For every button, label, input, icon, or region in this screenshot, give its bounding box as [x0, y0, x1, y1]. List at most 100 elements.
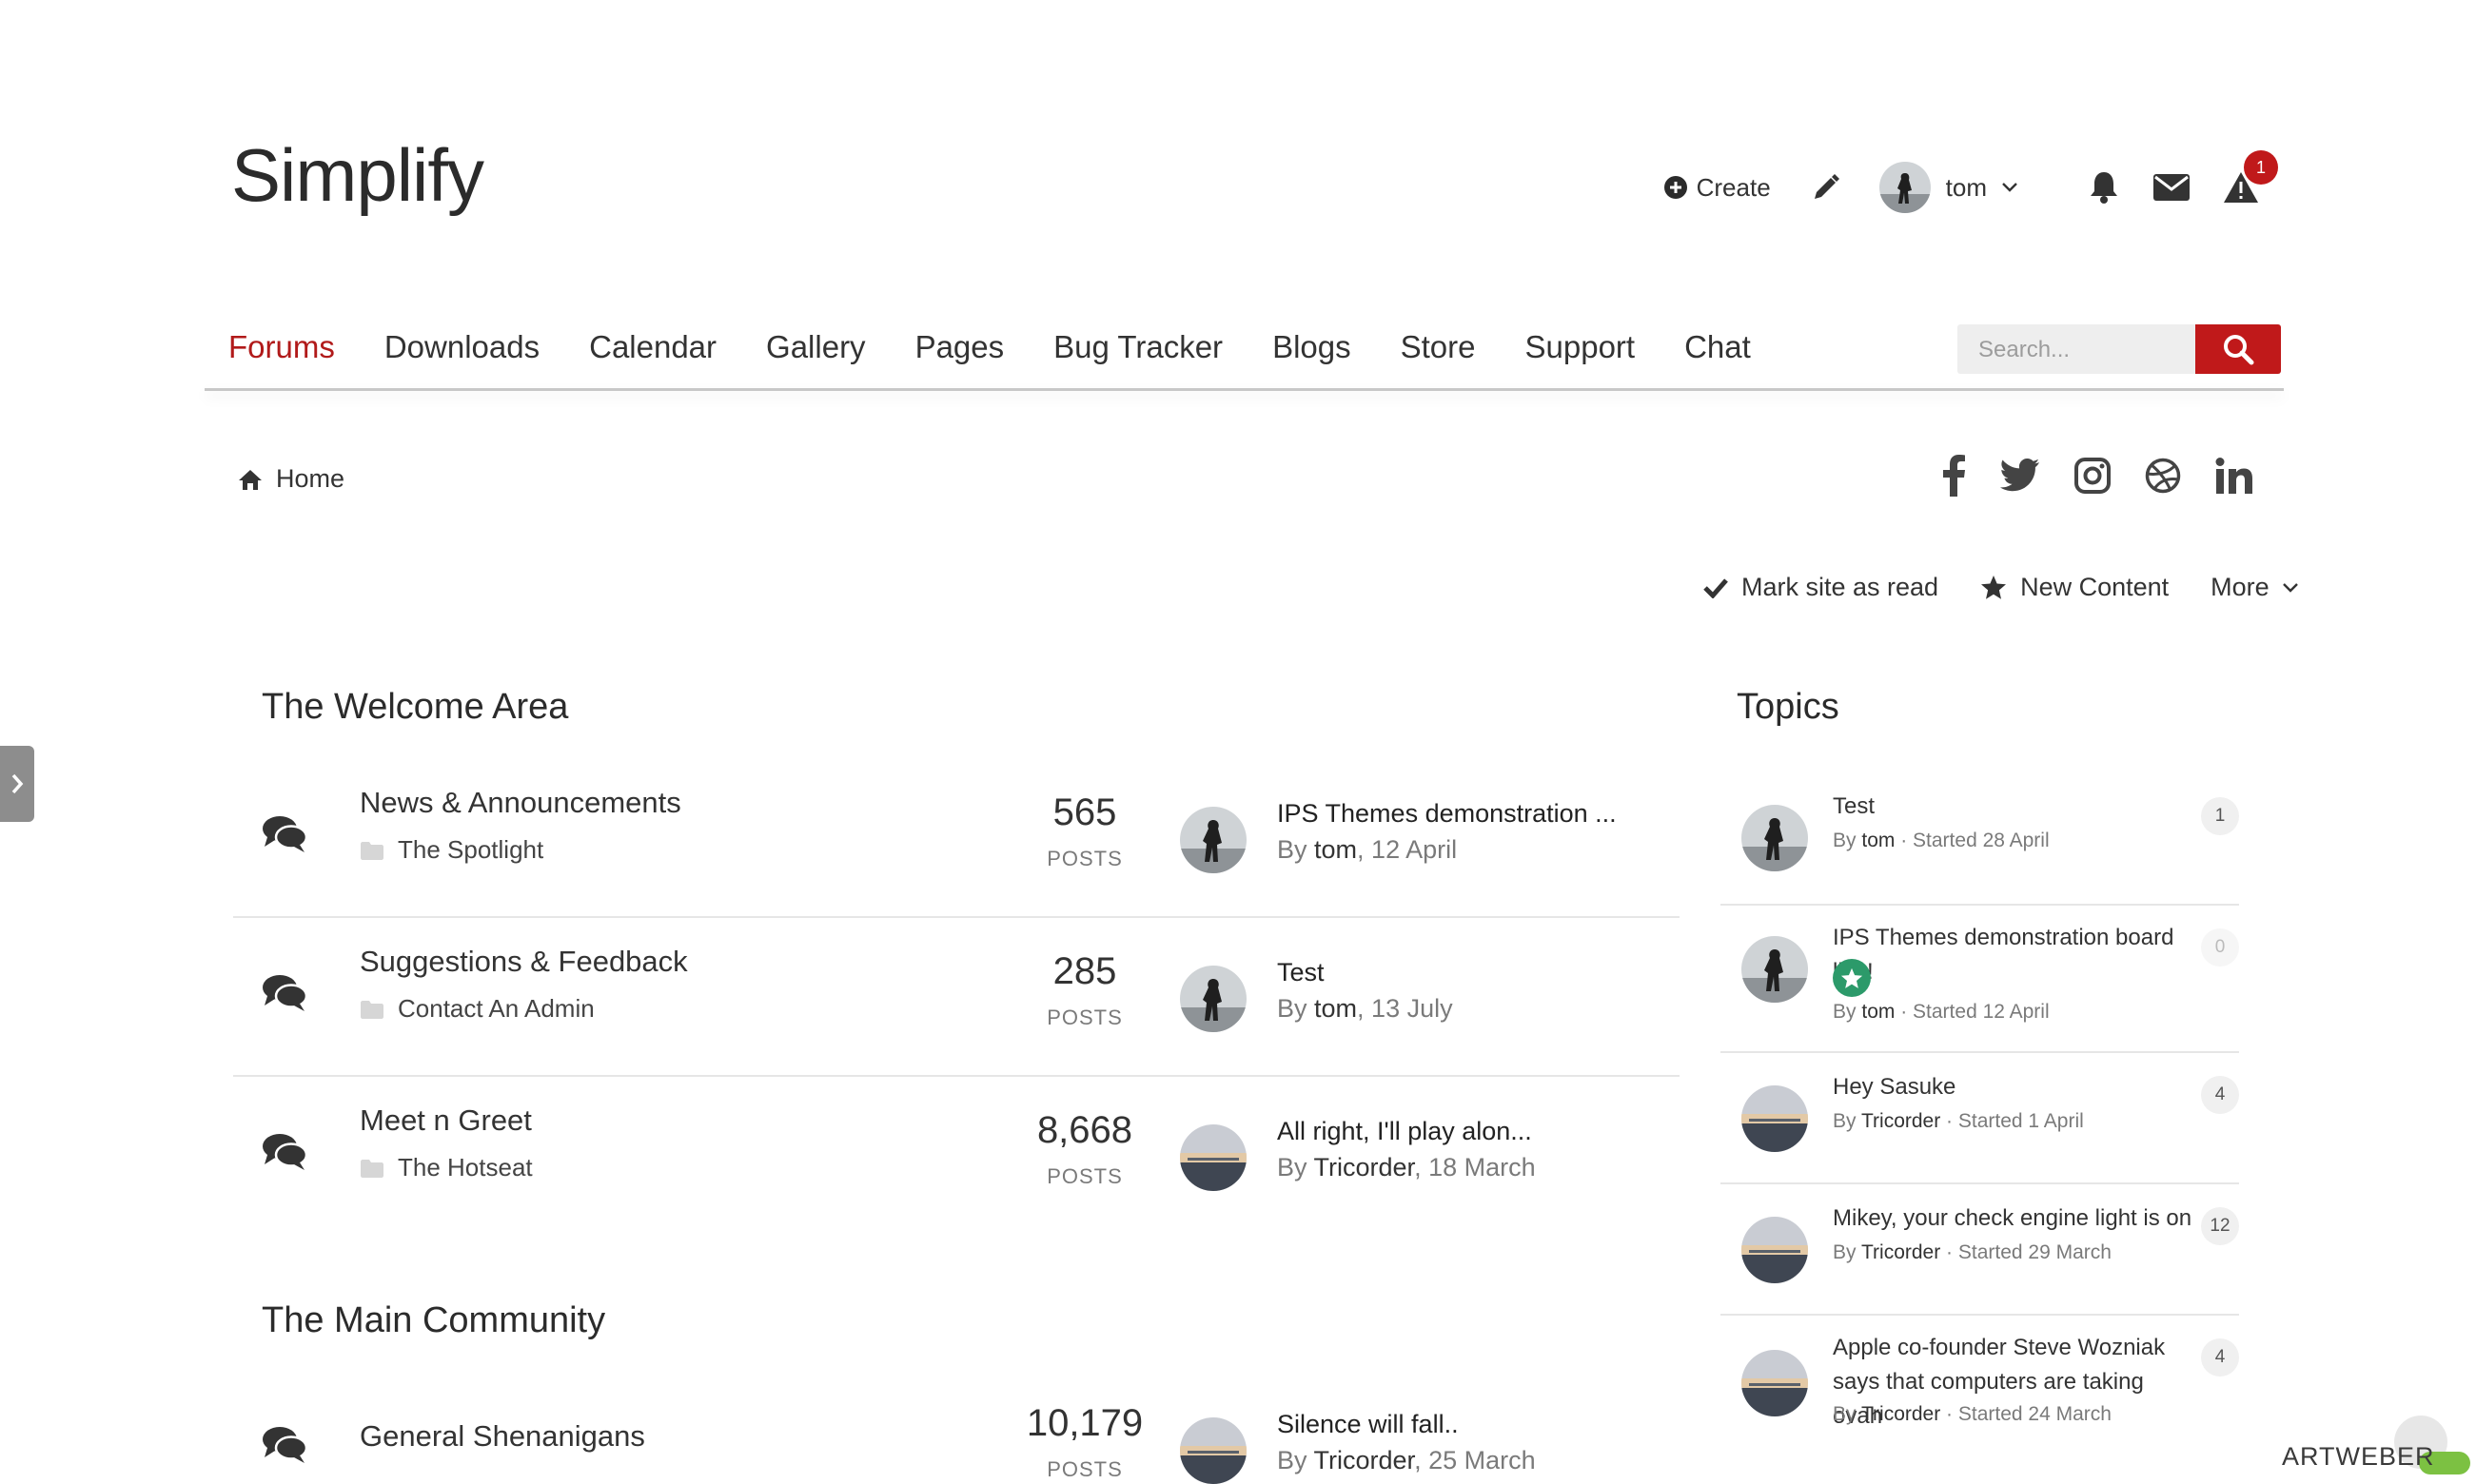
site-actions: Mark site as read New Content More [1703, 573, 2340, 602]
breadcrumb-home[interactable]: Home [276, 464, 344, 494]
site-logo[interactable]: Simplify [231, 138, 484, 212]
reply-count-badge: 1 [2201, 797, 2239, 835]
forum-title[interactable]: General Shenanigans [360, 1419, 645, 1454]
nav-pages[interactable]: Pages [915, 323, 1005, 371]
subforum-link[interactable]: The Spotlight [360, 835, 543, 865]
last-poster-avatar[interactable] [1180, 1417, 1247, 1484]
last-poster-avatar[interactable] [1180, 807, 1247, 873]
topic-author-avatar[interactable] [1741, 1217, 1808, 1283]
topic-author[interactable]: Tricorder [1861, 1403, 1940, 1425]
last-post-meta: By Tricorder, 18 March [1277, 1153, 1536, 1182]
reply-count-badge: 0 [2201, 928, 2239, 967]
nav-store[interactable]: Store [1401, 323, 1476, 371]
topic-author-avatar[interactable] [1741, 805, 1808, 871]
topic-author-avatar[interactable] [1741, 1085, 1808, 1152]
by-label: By [1277, 835, 1307, 864]
watermark-text: ARTWEBER [2282, 1442, 2435, 1471]
more-menu-button[interactable]: More [2211, 573, 2298, 602]
topic-item: IPS Themes demonstration board live! By … [1720, 906, 2239, 1053]
new-content-label: New Content [2020, 573, 2170, 601]
post-count: 285 [1052, 950, 1117, 992]
topic-meta: By tom · Started 28 April [1833, 830, 2050, 852]
linkedin-icon[interactable] [2215, 458, 2253, 494]
nav-gallery[interactable]: Gallery [766, 323, 866, 371]
last-post-date: , 18 March [1414, 1153, 1536, 1181]
topic-author[interactable]: tom [1861, 830, 1895, 851]
last-post-author[interactable]: tom [1314, 994, 1357, 1023]
topic-title[interactable]: Hey Sasuke [1833, 1070, 2194, 1104]
nav-bug-tracker[interactable]: Bug Tracker [1053, 323, 1223, 371]
topic-author[interactable]: Tricorder [1861, 1110, 1940, 1132]
topic-title[interactable]: Test [1833, 790, 2194, 824]
sidebar-toggle[interactable] [0, 746, 34, 822]
topic-author-avatar[interactable] [1741, 936, 1808, 1003]
nav-forums[interactable]: Forums [228, 323, 335, 371]
folder-icon [360, 1000, 384, 1019]
chevron-down-icon [2282, 582, 2298, 593]
dribbble-icon[interactable] [2145, 458, 2181, 494]
forum-row: News & Announcements The Spotlight 565 P… [233, 759, 1680, 918]
social-links [1941, 455, 2253, 497]
reports-warning-icon[interactable]: 1 [2223, 150, 2278, 204]
last-post-date: , 13 July [1357, 994, 1453, 1023]
topic-title[interactable]: Mikey, your check engine light is on [1833, 1201, 2194, 1236]
subforum-label: The Hotseat [398, 1153, 533, 1181]
new-content-button[interactable]: New Content [1980, 573, 2169, 602]
subforum-label: Contact An Admin [398, 994, 595, 1023]
featured-star-icon [1833, 959, 1871, 997]
more-label: More [2211, 573, 2270, 601]
reply-count-badge: 4 [2201, 1076, 2239, 1114]
topic-title[interactable]: IPS Themes demonstration board live! [1833, 921, 2194, 989]
notifications-bell-icon[interactable] [2088, 170, 2120, 205]
topic-author[interactable]: tom [1861, 1001, 1895, 1023]
topic-item: Mikey, your check engine light is on By … [1720, 1184, 2239, 1316]
last-post-author[interactable]: tom [1314, 835, 1357, 864]
search-icon [2222, 333, 2254, 365]
section-title[interactable]: The Main Community [262, 1300, 605, 1341]
last-poster-avatar[interactable] [1180, 966, 1247, 1032]
search-input[interactable]: Search... [1957, 324, 2197, 374]
create-button[interactable]: Create [1663, 172, 1771, 203]
chevron-down-icon [2002, 183, 2017, 192]
twitter-icon[interactable] [2000, 459, 2040, 493]
nav-calendar[interactable]: Calendar [589, 323, 717, 371]
forum-row: General Shenanigans 10,179 POSTS Silence… [233, 1370, 1680, 1484]
nav-divider [205, 388, 2284, 391]
subforum-link[interactable]: Contact An Admin [360, 994, 595, 1024]
section-title[interactable]: The Welcome Area [262, 687, 568, 728]
nav-chat[interactable]: Chat [1684, 323, 1751, 371]
pencil-icon[interactable] [1811, 172, 1841, 203]
last-post-meta: By tom, 13 July [1277, 994, 1453, 1024]
by-label: By [1833, 1241, 1857, 1263]
subforum-link[interactable]: The Hotseat [360, 1153, 533, 1182]
search-button[interactable] [2195, 324, 2281, 374]
last-post-title[interactable]: All right, I'll play alon... [1277, 1117, 1532, 1146]
nav-blogs[interactable]: Blogs [1272, 323, 1351, 371]
by-label: By [1277, 1153, 1307, 1181]
forum-title[interactable]: Meet n Greet [360, 1103, 532, 1138]
last-post-author[interactable]: Tricorder [1314, 1446, 1415, 1474]
nav-downloads[interactable]: Downloads [384, 323, 540, 371]
topic-author-avatar[interactable] [1741, 1350, 1808, 1416]
create-label: Create [1696, 172, 1771, 202]
forum-title[interactable]: Suggestions & Feedback [360, 945, 688, 979]
topic-author[interactable]: Tricorder [1861, 1241, 1940, 1263]
reply-count-badge: 12 [2201, 1207, 2239, 1245]
forum-title[interactable]: News & Announcements [360, 786, 681, 820]
mark-site-read-button[interactable]: Mark site as read [1703, 573, 1938, 602]
star-icon [1980, 575, 2007, 600]
last-post-title[interactable]: Test [1277, 958, 1325, 987]
plus-circle-icon [1663, 176, 1687, 199]
home-icon [238, 468, 263, 491]
last-post-author[interactable]: Tricorder [1314, 1153, 1415, 1181]
last-poster-avatar[interactable] [1180, 1124, 1247, 1191]
user-menu[interactable]: tom [1878, 162, 2017, 213]
last-post-title[interactable]: IPS Themes demonstration ... [1277, 799, 1617, 829]
messages-envelope-icon[interactable] [2152, 173, 2191, 202]
topic-meta: By Tricorder · Started 29 March [1833, 1241, 2112, 1264]
last-post-title[interactable]: Silence will fall.. [1277, 1410, 1459, 1439]
nav-support[interactable]: Support [1525, 323, 1636, 371]
facebook-icon[interactable] [1941, 455, 1966, 497]
by-label: By [1833, 1403, 1857, 1425]
instagram-icon[interactable] [2074, 458, 2111, 494]
